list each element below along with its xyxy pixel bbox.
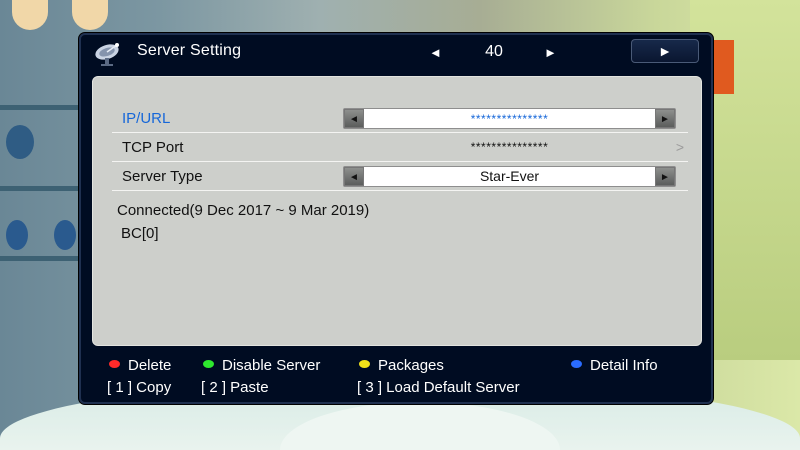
blue-dot-icon (571, 360, 582, 368)
background-shelf (0, 256, 80, 261)
server-type-selector[interactable]: ◄ Star-Ever ► (343, 166, 676, 187)
key-legend: Delete Disable Server Packages Detail In… (81, 353, 711, 403)
background-object (54, 220, 76, 250)
tcp-port-value: *************** (470, 140, 549, 154)
channel-number: 40 (485, 43, 503, 60)
ip-url-prev-arrow[interactable]: ◄ (344, 109, 364, 128)
blue-key-detail-info[interactable]: Detail Info (571, 357, 658, 374)
yellow-dot-icon (359, 360, 370, 368)
key-3-load-default-server[interactable]: [ 3 ] Load Default Server (357, 379, 520, 396)
title-bar: Server Setting ◄ 40 ► ► (81, 35, 711, 71)
background-lamp (12, 0, 48, 30)
connection-status: Connected(9 Dec 2017 ~ 9 Mar 2019) (117, 202, 370, 219)
server-type-label: Server Type (122, 168, 203, 185)
server-type-prev-arrow[interactable]: ◄ (344, 167, 364, 186)
background-shelf (0, 105, 80, 110)
background-lamp (72, 0, 108, 30)
ip-url-selector[interactable]: ◄ *************** ► (343, 108, 676, 129)
server-setting-dialog: Server Setting ◄ 40 ► ► IP/URL ◄ *******… (79, 33, 713, 404)
detail-info-label: Detail Info (590, 357, 658, 374)
disable-server-label: Disable Server (222, 357, 321, 374)
background-shelf (0, 186, 80, 191)
server-type-next-arrow[interactable]: ► (655, 167, 675, 186)
bc-status: BC[0] (121, 225, 159, 242)
red-dot-icon (109, 360, 120, 368)
server-type-value: Star-Ever (479, 168, 540, 184)
tcp-port-label: TCP Port (122, 139, 184, 156)
page-title: Server Setting (137, 42, 242, 59)
play-button[interactable]: ► (631, 39, 699, 63)
delete-label: Delete (128, 357, 172, 374)
ip-url-value: *************** (470, 112, 549, 126)
setting-row-ip-url[interactable]: IP/URL ◄ *************** ► (112, 105, 688, 133)
green-key-disable-server[interactable]: Disable Server (203, 357, 320, 374)
red-key-delete[interactable]: Delete (109, 357, 171, 374)
green-dot-icon (203, 360, 214, 368)
packages-label: Packages (378, 357, 444, 374)
background-object (6, 125, 34, 159)
ip-url-next-arrow[interactable]: ► (655, 109, 675, 128)
key-1-copy[interactable]: [ 1 ] Copy (107, 379, 171, 396)
settings-panel: IP/URL ◄ *************** ► TCP Port ****… (92, 76, 702, 346)
yellow-key-packages[interactable]: Packages (359, 357, 444, 374)
channel-next-button[interactable]: ► (544, 45, 557, 60)
setting-row-tcp-port[interactable]: TCP Port *************** > (112, 134, 688, 162)
chevron-right-icon[interactable]: > (676, 139, 684, 155)
background-object (6, 220, 28, 250)
ip-url-label: IP/URL (122, 110, 171, 127)
channel-prev-button[interactable]: ◄ (429, 45, 442, 60)
setting-row-server-type[interactable]: Server Type ◄ Star-Ever ► (112, 163, 688, 191)
key-2-paste[interactable]: [ 2 ] Paste (201, 379, 269, 396)
satellite-dish-icon (95, 43, 119, 66)
